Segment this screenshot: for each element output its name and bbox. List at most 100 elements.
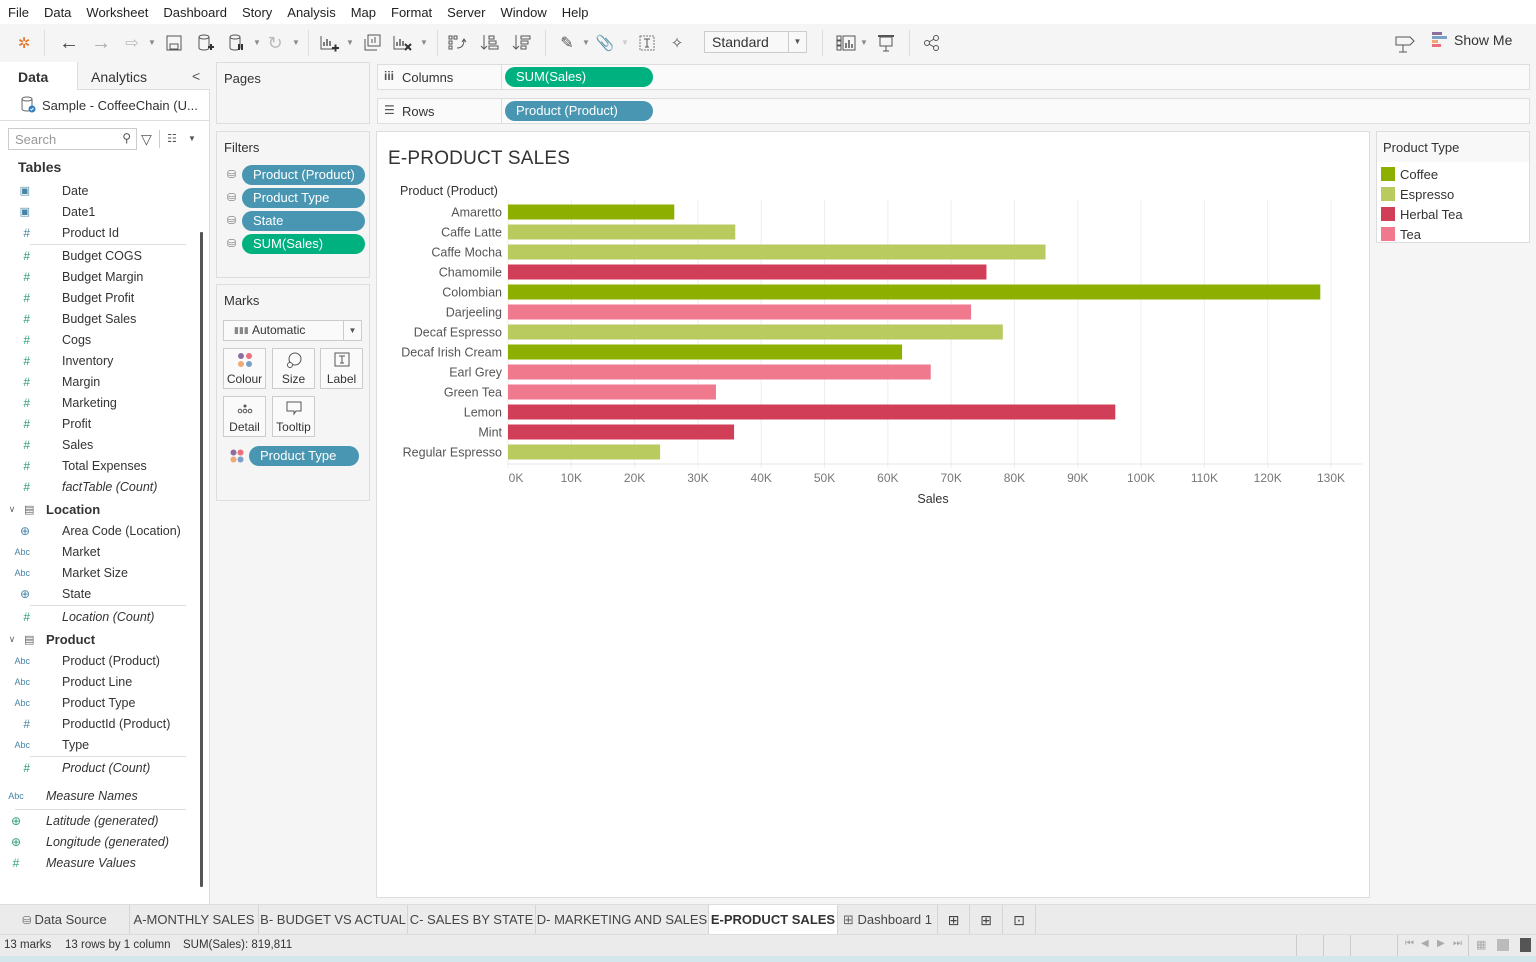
view-list-icon[interactable]: ☷	[167, 132, 177, 145]
tab-analytics[interactable]: Analytics	[77, 62, 210, 90]
view-options-chevron-icon[interactable]: ▼	[188, 134, 196, 143]
field-product-line[interactable]: Abc Product Line	[0, 671, 190, 692]
datasource-item[interactable]: Sample - CoffeeChain (U...	[20, 96, 198, 114]
table-location[interactable]: ∨ ▤ Location	[0, 498, 100, 520]
next-page-icon[interactable]: ▶	[1437, 938, 1445, 949]
last-page-icon[interactable]: ⏭	[1453, 938, 1462, 949]
sort-ascending-icon[interactable]	[479, 32, 501, 54]
bar-colombian[interactable]	[508, 284, 1321, 300]
menu-story[interactable]: Story	[242, 5, 272, 20]
filter-pill-sum-sales[interactable]: SUM(Sales)	[242, 234, 365, 254]
field-latitude-generated[interactable]: ⊕ Latitude (generated)	[0, 810, 190, 831]
sheet-sorter-icon[interactable]	[1520, 938, 1531, 952]
group-icon[interactable]: 📎	[595, 32, 615, 54]
label-button[interactable]: Label	[320, 348, 363, 389]
bar-lemon[interactable]	[508, 404, 1116, 420]
sheet-tab-a-monthly-sales[interactable]: A-MONTHLY SALES	[130, 905, 259, 935]
replay-icon[interactable]: ⇨	[120, 32, 144, 54]
filter-icon[interactable]: ▽	[141, 131, 152, 148]
field-longitude-generated[interactable]: ⊕ Longitude (generated)	[0, 831, 190, 852]
field-margin[interactable]: # Margin	[0, 371, 190, 392]
collapse-pane-icon[interactable]: <	[192, 68, 200, 84]
highlight-icon[interactable]: ✎	[557, 32, 577, 54]
field-area-code-location[interactable]: ⊕ Area Code (Location)	[0, 520, 190, 541]
new-worksheet-tab-icon[interactable]: ⊞	[938, 905, 970, 935]
menu-analysis[interactable]: Analysis	[287, 5, 335, 20]
menu-format[interactable]: Format	[391, 5, 432, 20]
menu-help[interactable]: Help	[562, 5, 589, 20]
save-icon[interactable]	[164, 32, 184, 54]
filmstrip-view-icon[interactable]: ▦	[1476, 938, 1486, 951]
bar-regular-espresso[interactable]	[508, 444, 661, 460]
menu-file[interactable]: File	[8, 5, 29, 20]
presentation-icon[interactable]	[875, 32, 897, 54]
redo-icon[interactable]: →	[90, 32, 112, 54]
first-page-icon[interactable]: ⏮	[1405, 938, 1414, 949]
field-product-type[interactable]: Abc Product Type	[0, 692, 190, 713]
new-worksheet-icon[interactable]	[319, 32, 341, 54]
new-datasource-icon[interactable]	[196, 32, 216, 54]
menu-worksheet[interactable]: Worksheet	[86, 5, 148, 20]
swap-icon[interactable]	[446, 32, 468, 54]
pause-updates-icon[interactable]	[227, 32, 247, 54]
colour-button[interactable]: Colour	[223, 348, 266, 389]
y-category-label[interactable]: Caffe Latte	[441, 226, 502, 240]
detail-button[interactable]: Detail	[223, 396, 266, 437]
mark-type-select[interactable]: ▮▮▮ Automatic ▼	[223, 320, 362, 341]
sheet-tab-c-sales-by-state[interactable]: C- SALES BY STATE	[408, 905, 536, 935]
y-category-label[interactable]: Lemon	[464, 406, 502, 420]
rows-shelf[interactable]: ☰ Rows Product (Product)	[377, 98, 1530, 124]
filter-pill-product-type[interactable]: Product Type	[242, 188, 365, 208]
share-icon[interactable]	[921, 32, 943, 54]
sheet-tab-d-marketing-and-sales[interactable]: D- MARKETING AND SALES	[536, 905, 709, 935]
menu-server[interactable]: Server	[447, 5, 485, 20]
colour-pill-product-type[interactable]: Product Type	[249, 446, 359, 466]
y-category-label[interactable]: Caffe Mocha	[431, 246, 502, 260]
field-product-count[interactable]: # Product (Count)	[0, 757, 190, 778]
tableau-logo-icon[interactable]: ✲	[14, 32, 34, 54]
show-cards-icon[interactable]	[834, 32, 858, 54]
menu-data[interactable]: Data	[44, 5, 71, 20]
data-pane-scrollbar[interactable]	[200, 232, 203, 887]
field-budget-sales[interactable]: # Budget Sales	[0, 308, 190, 329]
tooltip-icon[interactable]	[1393, 32, 1417, 54]
bar-earl-grey[interactable]	[508, 364, 931, 380]
field-budget-cogs[interactable]: # Budget COGS	[0, 245, 190, 266]
bar-caffe-mocha[interactable]	[508, 244, 1046, 260]
field-budget-margin[interactable]: # Budget Margin	[0, 266, 190, 287]
sheet-tab-dashboard-1[interactable]: ⊞ Dashboard 1	[838, 905, 938, 935]
legend-item-herbal-tea[interactable]: Herbal Tea	[1381, 204, 1463, 224]
show-me-button[interactable]: Show Me	[1432, 32, 1512, 48]
field-facttable-count[interactable]: # factTable (Count)	[0, 476, 190, 497]
field-market[interactable]: Abc Market	[0, 541, 190, 562]
field-profit[interactable]: # Profit	[0, 413, 190, 434]
duplicate-sheet-icon[interactable]	[361, 32, 383, 54]
field-cogs[interactable]: # Cogs	[0, 329, 190, 350]
prev-page-icon[interactable]: ◀	[1421, 938, 1429, 949]
clear-sheet-icon[interactable]	[392, 32, 414, 54]
y-category-label[interactable]: Regular Espresso	[403, 446, 502, 460]
sheet-tab-e-product-sales[interactable]: E-PRODUCT SALES	[709, 905, 838, 935]
y-category-label[interactable]: Amaretto	[451, 206, 502, 220]
field-sales[interactable]: # Sales	[0, 434, 190, 455]
sort-descending-icon[interactable]	[511, 32, 533, 54]
field-state[interactable]: ⊕ State	[0, 583, 190, 604]
fit-select[interactable]: Standard ▼	[704, 31, 807, 53]
columns-shelf[interactable]: iii Columns SUM(Sales)	[377, 64, 1530, 90]
bar-chamomile[interactable]	[508, 264, 987, 280]
field-marketing[interactable]: # Marketing	[0, 392, 190, 413]
worksheet-view[interactable]: E-PRODUCT SALES Product (Product) Amaret…	[376, 131, 1370, 898]
y-category-label[interactable]: Earl Grey	[449, 366, 503, 380]
tabs-view-icon[interactable]	[1497, 939, 1509, 951]
rows-pill-product[interactable]: Product (Product)	[505, 101, 653, 121]
y-category-label[interactable]: Mint	[478, 426, 502, 440]
label-icon[interactable]	[637, 32, 657, 54]
y-category-label[interactable]: Green Tea	[444, 386, 502, 400]
y-category-label[interactable]: Colombian	[442, 286, 502, 300]
field-measure-names[interactable]: Abc Measure Names	[0, 785, 190, 806]
filter-pill-state[interactable]: State	[242, 211, 365, 231]
bar-chart[interactable]: Product (Product) Amaretto Caffe Latte Caf…	[377, 132, 1371, 532]
tab-data-source[interactable]: ⛁ Data Source	[0, 905, 130, 935]
legend-item-espresso[interactable]: Espresso	[1381, 184, 1454, 204]
bar-darjeeling[interactable]	[508, 304, 972, 320]
